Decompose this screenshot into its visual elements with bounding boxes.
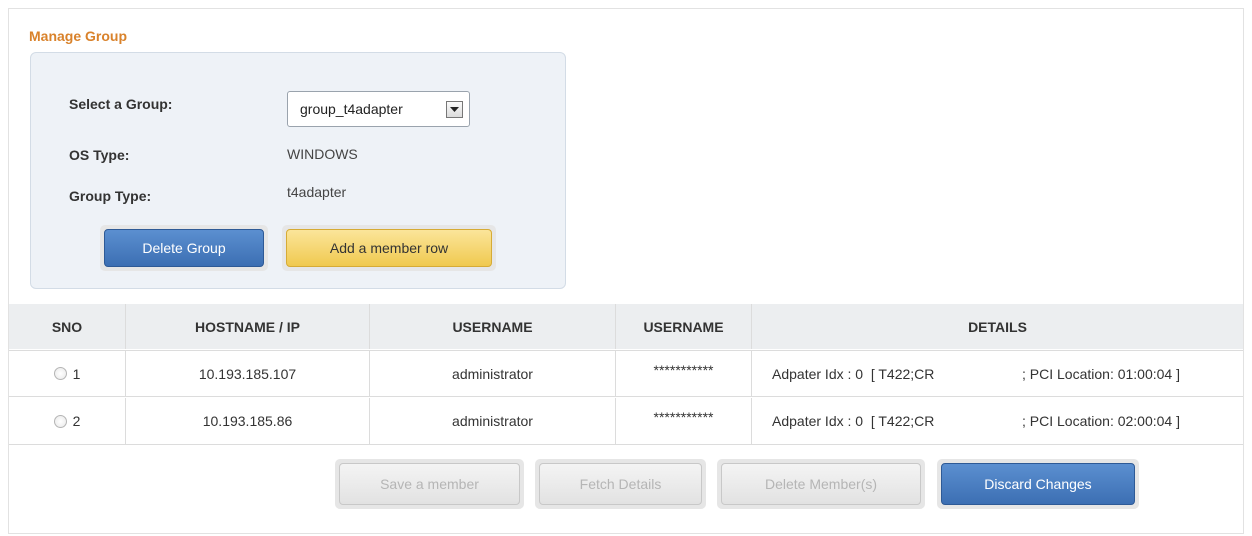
- header-username: USERNAME: [370, 304, 616, 349]
- username-cell: administrator: [370, 398, 616, 444]
- password-value: ***********: [653, 361, 714, 378]
- hostname-cell: 10.193.185.86: [126, 398, 370, 444]
- table-row[interactable]: 2 10.193.185.86 administrator **********…: [9, 398, 1243, 445]
- username-cell: administrator: [370, 351, 616, 396]
- save-member-button[interactable]: Save a member: [339, 463, 520, 505]
- sno-value: 1: [72, 365, 81, 382]
- group-type-value: t4adapter: [287, 184, 347, 200]
- password-value: ***********: [653, 409, 714, 425]
- password-cell: ***********: [616, 398, 752, 444]
- table-row[interactable]: 1 10.193.185.107 administrator *********…: [9, 350, 1243, 397]
- discard-changes-button[interactable]: Discard Changes: [941, 463, 1135, 505]
- delete-group-button[interactable]: Delete Group: [104, 229, 264, 267]
- table-header-row: SNO HOSTNAME / IP USERNAME USERNAME DETA…: [9, 304, 1243, 349]
- os-type-label: OS Type:: [69, 147, 130, 163]
- fetch-details-button[interactable]: Fetch Details: [539, 463, 702, 505]
- details-pci-location: ; PCI Location: 02:00:04 ]: [1022, 413, 1180, 429]
- section-title: Manage Group: [29, 28, 128, 44]
- os-type-value: WINDOWS: [287, 146, 358, 162]
- group-select-value: group_t4adapter: [300, 101, 403, 117]
- details-cell: Adpater Idx : 0 [ T422;CR ; PCI Location…: [752, 398, 1243, 444]
- hostname-cell: 10.193.185.107: [126, 351, 370, 396]
- details-pci-location: ; PCI Location: 01:00:04 ]: [1022, 365, 1180, 382]
- chevron-down-icon[interactable]: [446, 101, 463, 118]
- sno-cell: 1: [9, 351, 126, 396]
- header-hostname: HOSTNAME / IP: [126, 304, 370, 349]
- group-select[interactable]: group_t4adapter: [287, 91, 470, 127]
- add-member-row-button[interactable]: Add a member row: [286, 229, 492, 267]
- row-select-radio[interactable]: [53, 414, 67, 428]
- password-cell: ***********: [616, 351, 752, 396]
- row-select-radio[interactable]: [53, 367, 67, 380]
- group-type-label: Group Type:: [69, 188, 152, 204]
- sno-value: 2: [72, 413, 81, 429]
- select-group-label: Select a Group:: [69, 96, 173, 112]
- details-cell: Adpater Idx : 0 [ T422;CR ; PCI Location…: [752, 351, 1243, 396]
- delete-members-button[interactable]: Delete Member(s): [721, 463, 921, 505]
- header-details: DETAILS: [968, 318, 1027, 335]
- sno-cell: 2: [9, 398, 126, 444]
- header-password: USERNAME: [616, 304, 752, 349]
- details-adapter: Adpater Idx : 0 [ T422;CR: [772, 413, 935, 429]
- header-sno: SNO: [9, 304, 126, 349]
- details-adapter: Adpater Idx : 0 [ T422;CR: [772, 365, 935, 382]
